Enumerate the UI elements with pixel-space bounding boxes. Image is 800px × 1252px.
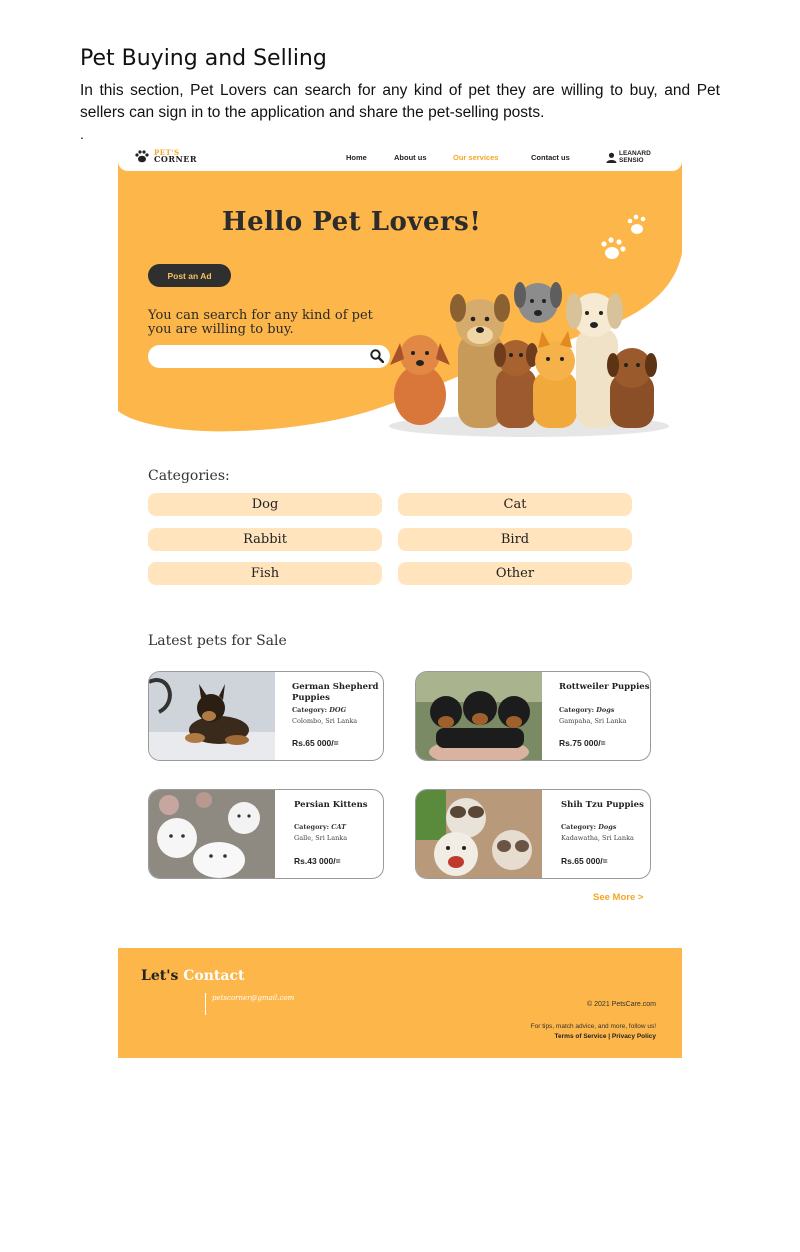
nav-home[interactable]: Home (346, 153, 367, 162)
category-value: CAT (331, 823, 346, 831)
see-more-link[interactable]: See More > (593, 892, 643, 903)
shih-tzu-photo (416, 790, 542, 878)
pet-category: Category: DOG (292, 706, 346, 714)
pet-category: Category: Dogs (561, 823, 616, 831)
pet-location: Galle, Sri Lanka (294, 834, 348, 842)
rottweiler-photo (416, 672, 542, 760)
post-ad-button[interactable]: Post an Ad (148, 264, 231, 287)
pet-price: Rs.65 000/= (561, 856, 608, 866)
pet-card[interactable]: Shih Tzu Puppies Category: Dogs Kadawath… (415, 789, 651, 879)
pet-card[interactable]: Rottweiler Puppies Category: Dogs Gampah… (415, 671, 651, 761)
category-value: Dogs (596, 706, 615, 714)
hero-subtitle: You can search for any kind of pet you a… (148, 309, 418, 337)
pet-name: Rottweiler Puppies (559, 682, 650, 692)
pet-category: Category: CAT (294, 823, 346, 831)
document-paragraph: In this section, Pet Lovers can search f… (80, 82, 720, 121)
footer-copyright: © 2021 PetsCare.com (587, 1001, 656, 1008)
category-value: Dogs (598, 823, 617, 831)
hero-subtitle-line-2: you are willing to buy. (148, 322, 294, 337)
footer-title: Let's Contact (141, 968, 244, 984)
navbar: PET'S CORNER Home About us Our services … (118, 143, 682, 171)
privacy-policy-link[interactable]: Privacy Policy (612, 1033, 656, 1040)
user-account[interactable]: LEANARD SENSIO (606, 150, 651, 164)
category-label: Category: (292, 706, 328, 714)
german-shepherd-photo (149, 672, 275, 760)
user-icon (606, 152, 617, 163)
footer-divider (205, 993, 206, 1015)
category-cat[interactable]: Cat (398, 493, 632, 516)
pet-location: Colombo, Sri Lanka (292, 717, 358, 725)
category-rabbit[interactable]: Rabbit (148, 528, 382, 551)
category-dog[interactable]: Dog (148, 493, 382, 516)
logo-line-2: CORNER (154, 154, 198, 164)
pet-name: Shih Tzu Puppies (561, 800, 644, 810)
nav-about-us[interactable]: About us (394, 153, 427, 162)
hero-title: Hello Pet Lovers! (222, 207, 482, 237)
search-icon[interactable] (370, 349, 384, 363)
categories-title: Categories: (148, 468, 230, 484)
pet-price: Rs.43 000/= (294, 856, 341, 866)
hero-background (118, 143, 682, 437)
footer-title-prefix: Let's (141, 968, 179, 984)
latest-pets-title: Latest pets for Sale (148, 633, 287, 649)
category-value: DOG (329, 706, 347, 714)
category-bird[interactable]: Bird (398, 528, 632, 551)
pet-card[interactable]: German Shepherd Puppies Category: DOG Co… (148, 671, 384, 761)
terms-of-service-link[interactable]: Terms of Service (555, 1033, 607, 1040)
pet-location: Kadawatha, Sri Lanka (561, 834, 634, 842)
pet-name: German Shepherd Puppies (292, 682, 379, 703)
search-input[interactable] (148, 345, 390, 368)
footer-separator: | (608, 1033, 611, 1040)
footer-tips: For tips, match advice, and more, follow… (530, 1023, 656, 1030)
logo[interactable]: PET'S CORNER (134, 149, 197, 163)
footer-links: Terms of Service | Privacy Policy (555, 1033, 656, 1040)
footer-email-link[interactable]: petscorner@gmail.com (212, 994, 294, 1002)
pet-price: Rs.65 000/= (292, 738, 339, 748)
persian-kittens-photo (149, 790, 275, 878)
category-other[interactable]: Other (398, 562, 632, 585)
category-label: Category: (561, 823, 597, 831)
footer-title-highlight: Contact (183, 968, 245, 984)
hero-subtitle-line-1: You can search for any kind of pet (148, 308, 373, 323)
pet-location: Gampaha, Sri Lanka (559, 717, 627, 725)
category-fish[interactable]: Fish (148, 562, 382, 585)
pet-price: Rs.75 000/= (559, 738, 606, 748)
category-label: Category: (559, 706, 595, 714)
pet-name: Persian Kittens (294, 800, 368, 810)
website-mockup: PET'S CORNER Home About us Our services … (118, 143, 682, 1058)
document-title: Pet Buying and Selling (80, 46, 327, 71)
pet-category: Category: Dogs (559, 706, 614, 714)
user-last-name: SENSIO (619, 156, 644, 164)
footer: Let's Contact petscorner@gmail.com © 202… (118, 948, 682, 1058)
nav-our-services[interactable]: Our services (453, 153, 498, 162)
paw-logo-icon (135, 150, 149, 163)
category-label: Category: (294, 823, 330, 831)
document-dot: . (80, 126, 84, 142)
nav-contact-us[interactable]: Contact us (531, 153, 570, 162)
pet-card[interactable]: Persian Kittens Category: CAT Galle, Sri… (148, 789, 384, 879)
